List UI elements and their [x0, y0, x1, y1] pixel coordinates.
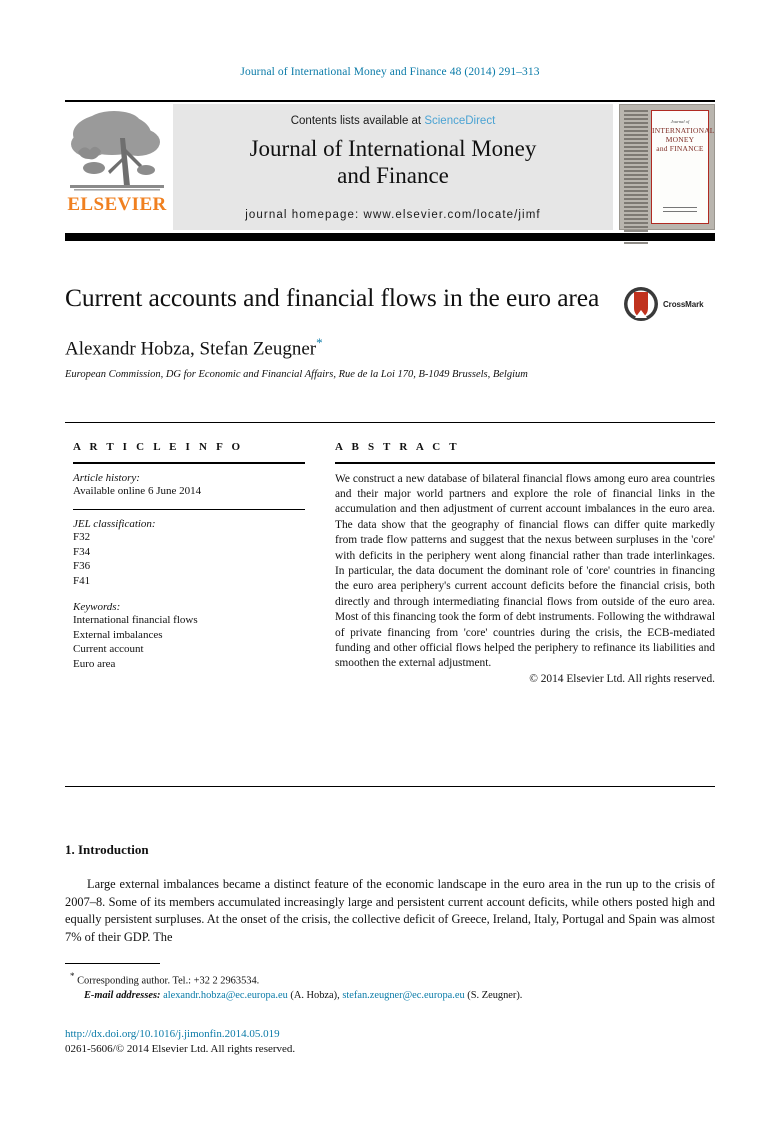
- elsevier-wordmark: ELSEVIER: [67, 194, 167, 215]
- cover-panel: Journal of INTERNATIONAL MONEY and FINAN…: [651, 110, 715, 224]
- sciencedirect-link[interactable]: ScienceDirect: [424, 115, 495, 127]
- journal-band: Contents lists available at ScienceDirec…: [173, 104, 613, 230]
- cover-title-line-2: MONEY: [665, 135, 695, 144]
- abstract-heading: A B S T R A C T: [335, 441, 460, 453]
- info-section-bottom-rule: [65, 786, 715, 788]
- journal-cover-thumbnail: Journal of INTERNATIONAL MONEY and FINAN…: [619, 104, 715, 244]
- affiliation: European Commission, DG for Economic and…: [65, 369, 528, 381]
- author-names: Alexandr Hobza, Stefan Zeugner: [65, 338, 317, 360]
- contents-prefix: Contents lists available at: [290, 115, 422, 127]
- keyword-item: Current account: [73, 643, 144, 656]
- journal-title-line-1: Journal of International Money: [249, 136, 537, 161]
- footnote-corresponding-line: * Corresponding author. Tel.: +32 2 2963…: [70, 969, 710, 989]
- masthead-top-rule: [65, 100, 715, 102]
- email-link-zeugner[interactable]: stefan.zeugner@ec.europa.eu: [342, 990, 464, 1001]
- abstract-column: A B S T R A C T We construct a new datab…: [335, 441, 715, 685]
- issn-copyright-line: 0261-5606/© 2014 Elsevier Ltd. All right…: [65, 1043, 296, 1055]
- footnote-rule: [65, 963, 160, 964]
- page-title: Current accounts and financial flows in …: [65, 283, 600, 312]
- email-owner-zeugner: (S. Zeugner).: [467, 989, 523, 1001]
- article-info-heading: A R T I C L E I N F O: [73, 441, 244, 453]
- doi-link[interactable]: http://dx.doi.org/10.1016/j.jimonfin.201…: [65, 1027, 295, 1042]
- article-info-column: A R T I C L E I N F O Article history: A…: [73, 441, 313, 671]
- abstract-copyright: © 2014 Elsevier Ltd. All rights reserved…: [529, 672, 715, 685]
- cover-title-line-1: INTERNATIONAL: [652, 126, 715, 135]
- abstract-text: We construct a new database of bilateral…: [335, 472, 715, 670]
- section-heading-introduction: 1. Introduction: [65, 842, 149, 857]
- info-section-top-rule: [65, 422, 715, 423]
- cover-title-line-3: and FINANCE: [656, 144, 704, 153]
- email-link-hobza[interactable]: alexandr.hobza@ec.europa.eu: [163, 990, 288, 1001]
- cover-kicker: Journal of: [670, 119, 690, 124]
- abstract-rule: [335, 462, 715, 464]
- cover-footer-mark: [652, 204, 708, 215]
- article-history-value: Available online 6 June 2014: [73, 484, 202, 497]
- crossmark-label: CrossMark: [663, 299, 704, 309]
- keyword-item: Euro area: [73, 657, 116, 670]
- email-owner-hobza: (A. Hobza),: [290, 989, 340, 1001]
- jel-code: F41: [73, 574, 91, 587]
- journal-title: Journal of International Money and Finan…: [173, 135, 613, 189]
- footer-identifiers: http://dx.doi.org/10.1016/j.jimonfin.201…: [65, 1027, 295, 1057]
- paper-first-page: Journal of International Money and Finan…: [0, 0, 780, 1134]
- footnote-block: * Corresponding author. Tel.: +32 2 2963…: [70, 969, 710, 1003]
- jel-code: F32: [73, 531, 91, 544]
- footnote-corresponding-text: Corresponding author. Tel.: +32 2 296353…: [77, 975, 260, 987]
- keyword-item: International financial flows: [73, 614, 198, 627]
- elsevier-logo: ELSEVIER: [65, 104, 169, 230]
- jel-code: F36: [73, 560, 91, 573]
- masthead-bottom-bar: [65, 233, 715, 241]
- keyword-item: External imbalances: [73, 628, 163, 641]
- crossmark-icon: [624, 287, 658, 321]
- footnote-email-line: E-mail addresses: alexandr.hobza@ec.euro…: [70, 989, 710, 1004]
- email-addresses-label: E-mail addresses:: [84, 989, 161, 1001]
- jel-code: F34: [73, 545, 91, 558]
- body-paragraph: Large external imbalances became a disti…: [65, 877, 715, 944]
- journal-title-line-2: and Finance: [337, 163, 449, 188]
- jel-classification-label: JEL classification:: [73, 518, 156, 531]
- author-list: Alexandr Hobza, Stefan Zeugner*: [65, 335, 715, 360]
- elsevier-tree-icon: [68, 108, 166, 196]
- journal-masthead: ELSEVIER Contents lists available at Sci…: [65, 100, 715, 244]
- journal-homepage-link[interactable]: journal homepage: www.elsevier.com/locat…: [173, 209, 613, 221]
- cover-sidebar-lines: [624, 110, 648, 244]
- corresponding-author-marker[interactable]: *: [316, 335, 323, 350]
- article-history-label: Article history:: [73, 471, 140, 484]
- title-block: Current accounts and financial flows in …: [65, 282, 715, 380]
- running-head: Journal of International Money and Finan…: [240, 66, 540, 78]
- keywords-label: Keywords:: [73, 601, 121, 614]
- jel-divider-rule: [73, 509, 305, 511]
- crossmark-badge[interactable]: CrossMark: [623, 284, 715, 324]
- article-info-rule: [73, 462, 305, 464]
- contents-line: Contents lists available at ScienceDirec…: [173, 104, 613, 127]
- footnote-marker: *: [70, 971, 75, 981]
